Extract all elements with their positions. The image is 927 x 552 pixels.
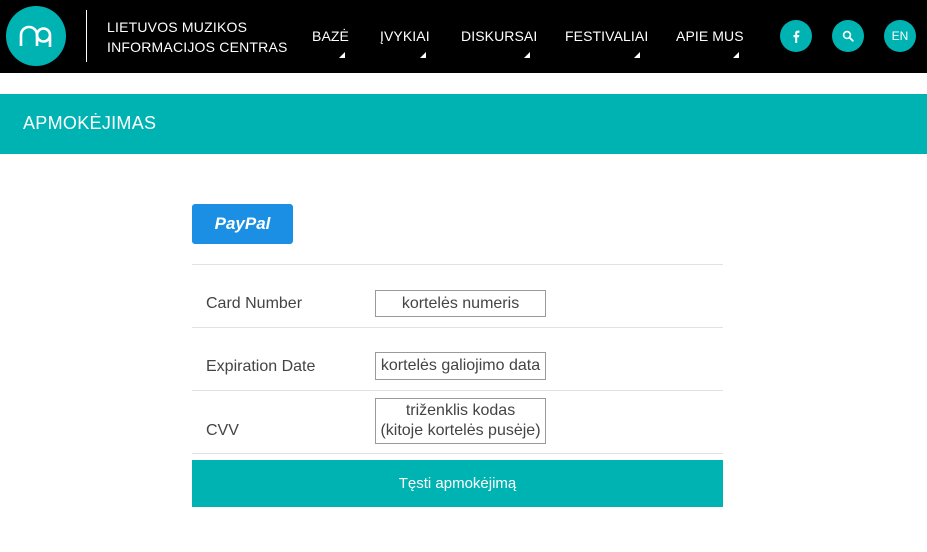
nav-item-diskursai[interactable]: DISKURSAI — [461, 28, 538, 58]
divider — [192, 327, 723, 328]
paypal-logo: PayPal — [214, 214, 271, 233]
nav-item-label: APIE MUS — [676, 28, 744, 44]
page-title: APMOKĖJIMAS — [23, 113, 157, 133]
nav-item-ivykiai[interactable]: ĮVYKIAI — [380, 28, 430, 58]
site-header: LIETUVOS MUZIKOS INFORMACIJOS CENTRAS BA… — [0, 0, 927, 73]
cvv-placeholder-line1: triženklis kodas — [405, 402, 516, 419]
nav-item-baze[interactable]: BAZĖ — [312, 28, 349, 58]
facebook-button[interactable] — [780, 20, 812, 52]
mic-logo-icon — [19, 25, 52, 47]
search-button[interactable] — [832, 20, 864, 52]
expiration-date-label: Expiration Date — [206, 358, 316, 375]
nav-item-label: ĮVYKIAI — [380, 28, 430, 44]
paypal-button[interactable]: PayPal — [192, 204, 293, 244]
language-label: EN — [891, 29, 909, 43]
nav-item-label: BAZĖ — [312, 28, 349, 44]
caret-down-icon — [339, 52, 345, 58]
continue-payment-label: Tęsti apmokėjimą — [398, 475, 517, 492]
divider — [192, 453, 723, 454]
caret-down-icon — [634, 52, 640, 58]
expiration-date-placeholder: kortelės galiojimo data — [380, 357, 541, 374]
expiration-date-field[interactable]: kortelės galiojimo data — [375, 352, 546, 380]
org-name-line1: LIETUVOS MUZIKOS — [107, 19, 248, 35]
site-logo[interactable] — [6, 6, 66, 66]
nav-item-apie-mus[interactable]: APIE MUS — [676, 28, 744, 58]
page-title-bar: APMOKĖJIMAS — [0, 94, 927, 154]
divider — [192, 264, 723, 265]
cvv-placeholder-line2: (kitoje kortelės pusėje) — [380, 422, 541, 439]
caret-down-icon — [420, 52, 426, 58]
nav-item-label: DISKURSAI — [461, 28, 538, 44]
card-number-field[interactable]: kortelės numeris — [375, 290, 546, 317]
card-number-placeholder: kortelės numeris — [401, 294, 520, 312]
continue-payment-button[interactable]: Tęsti apmokėjimą — [192, 460, 723, 507]
language-button[interactable]: EN — [884, 20, 916, 52]
cvv-label: CVV — [206, 422, 239, 439]
caret-down-icon — [524, 52, 530, 58]
facebook-icon — [793, 30, 800, 43]
header-divider — [86, 10, 87, 62]
search-icon — [842, 30, 854, 42]
caret-down-icon — [733, 52, 739, 58]
divider — [192, 390, 723, 391]
org-name[interactable]: LIETUVOS MUZIKOS INFORMACIJOS CENTRAS — [107, 17, 288, 57]
nav-item-festivaliai[interactable]: FESTIVALIAI — [565, 28, 649, 58]
nav-item-label: FESTIVALIAI — [565, 28, 649, 44]
org-name-line2: INFORMACIJOS CENTRAS — [107, 39, 288, 55]
cvv-field[interactable]: triženklis kodas (kitoje kortelės pusėje… — [375, 398, 546, 444]
card-number-label: Card Number — [206, 295, 303, 312]
